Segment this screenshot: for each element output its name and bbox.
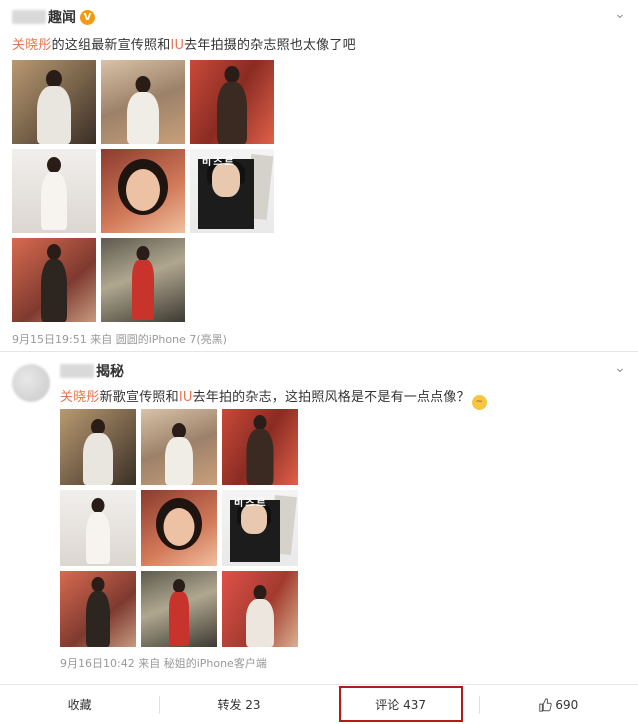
like-button[interactable]: 690: [478, 685, 638, 724]
blurred-username: [60, 364, 94, 378]
photo-thumbnail[interactable]: [12, 60, 96, 144]
favorite-button[interactable]: 收藏: [0, 685, 159, 724]
photo-grid: 비즈르: [60, 409, 298, 647]
comment-label: 评论 437: [375, 697, 427, 712]
post-text-part: 新歌宣传照和: [99, 390, 179, 405]
post-meta: 9月16日10:42 来自 秘姐的iPhone客户端: [60, 657, 267, 670]
photo-thumbnail[interactable]: [12, 238, 96, 322]
action-bar: 收藏 转发 23 评论 437 690: [0, 684, 638, 724]
repost-label: 转发 23: [217, 698, 261, 712]
photo-thumbnail[interactable]: [12, 149, 96, 233]
verified-badge-icon: V: [80, 9, 95, 25]
favorite-label: 收藏: [67, 698, 92, 712]
photo-thumbnail[interactable]: [101, 60, 185, 144]
weibo-post-1: 趣闻 V ⌄ 关晓彤的这组最新宣传照和IU去年拍摄的杂志照也太像了吧 비즈르 9…: [0, 0, 638, 352]
post-author[interactable]: 趣闻 V: [12, 6, 95, 28]
photo-thumbnail[interactable]: [60, 490, 136, 566]
magazine-title: 비즈르: [202, 157, 236, 168]
mention-link[interactable]: 关晓彤: [60, 390, 100, 405]
photo-grid: 비즈르: [12, 60, 274, 322]
mention-link[interactable]: IU: [170, 38, 184, 53]
post-meta: 9月15日19:51 来自 圆圆的iPhone 7(亮黑): [12, 333, 227, 346]
mention-link[interactable]: 关晓彤: [12, 38, 52, 53]
like-count: 690: [555, 697, 579, 712]
emoji-icon: ~: [471, 395, 487, 410]
chevron-down-icon[interactable]: ⌄: [614, 360, 626, 376]
photo-thumbnail[interactable]: 비즈르: [222, 490, 298, 566]
post-author[interactable]: 揭秘: [60, 360, 124, 382]
post-text: 关晓彤新歌宣传照和IU去年拍的杂志，这拍照风格是不是有一点点像？ ~: [60, 386, 487, 410]
post-text-part: 去年拍摄的杂志照也太像了吧: [184, 38, 356, 53]
post-text-part: 的这组最新宣传照和: [51, 38, 171, 53]
photo-thumbnail[interactable]: [141, 490, 217, 566]
photo-thumbnail[interactable]: [222, 409, 298, 485]
photo-thumbnail[interactable]: 비즈르: [190, 149, 274, 233]
photo-thumbnail[interactable]: [60, 409, 136, 485]
photo-thumbnail[interactable]: [101, 238, 185, 322]
photo-thumbnail[interactable]: [141, 571, 217, 647]
photo-thumbnail[interactable]: [222, 571, 298, 647]
blurred-username: [12, 10, 46, 24]
author-name-suffix: 揭秘: [96, 364, 124, 380]
photo-thumbnail[interactable]: [101, 149, 185, 233]
repost-button[interactable]: 转发 23: [159, 685, 318, 724]
post-text-part: 去年拍的杂志，这拍照风格是不是有一点点像？: [192, 390, 470, 405]
photo-thumbnail[interactable]: [190, 60, 274, 144]
avatar[interactable]: [12, 364, 50, 402]
magazine-title: 비즈르: [234, 498, 268, 509]
comment-button[interactable]: 评论 437: [338, 686, 463, 722]
post-text: 关晓彤的这组最新宣传照和IU去年拍摄的杂志照也太像了吧: [12, 34, 356, 53]
photo-thumbnail[interactable]: [60, 571, 136, 647]
weibo-post-2: 揭秘 ⌄ 关晓彤新歌宣传照和IU去年拍的杂志，这拍照风格是不是有一点点像？~: [0, 352, 638, 682]
author-name-suffix: 趣闻: [48, 10, 76, 26]
thumbs-up-icon: [539, 697, 553, 712]
mention-link[interactable]: IU: [179, 390, 193, 405]
chevron-down-icon[interactable]: ⌄: [614, 6, 626, 22]
photo-thumbnail[interactable]: [141, 409, 217, 485]
